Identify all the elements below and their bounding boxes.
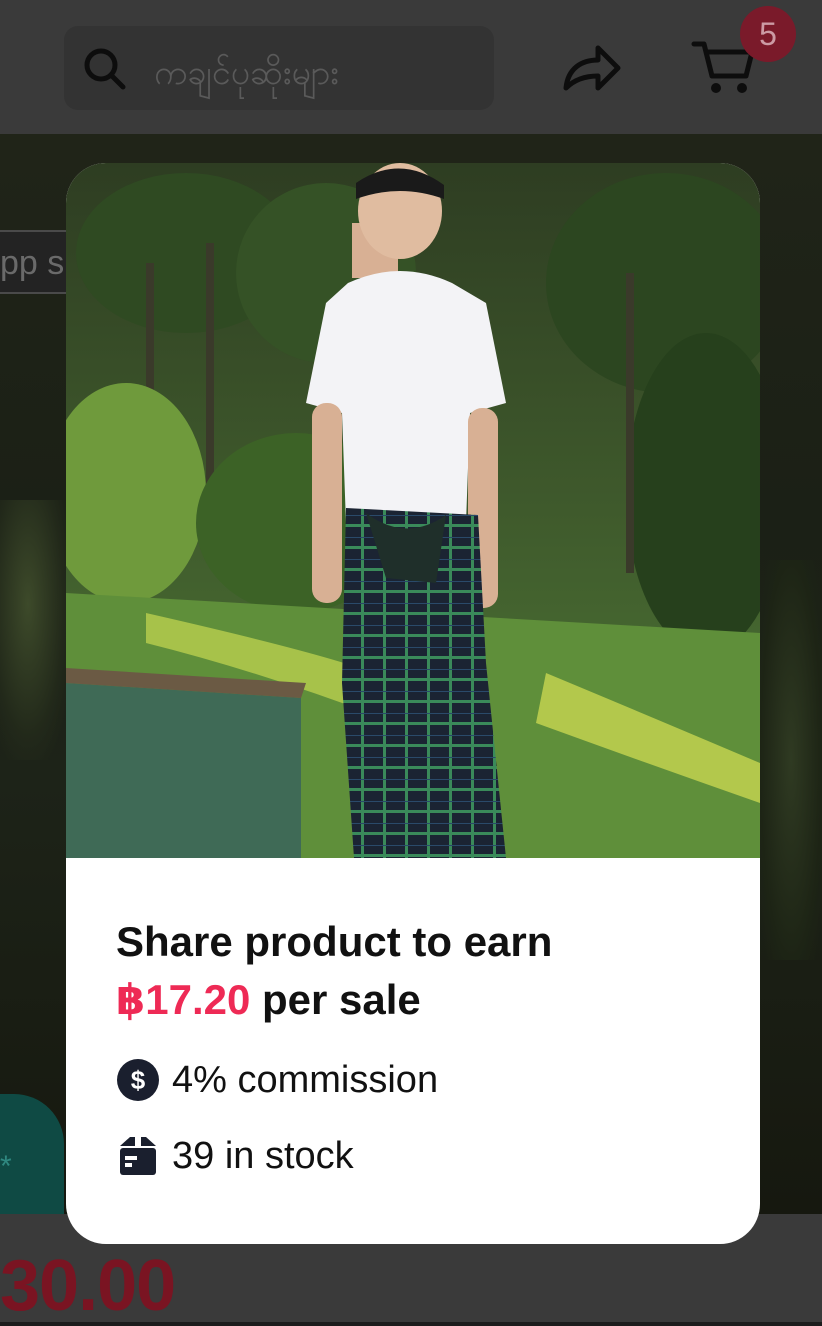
modal-content: Share product to earn ฿17.20 per sale $ … xyxy=(116,913,716,1181)
dollar-circle-icon: $ xyxy=(117,1059,159,1101)
commission-text: 4% commission xyxy=(172,1058,439,1101)
commission-row: $ 4% commission xyxy=(116,1055,716,1105)
top-bar: ကချင်ပုဆိုးများ 5 xyxy=(0,0,822,134)
background-tab-label: pp s xyxy=(0,244,65,282)
search-placeholder: ကချင်ပုဆိုးများ xyxy=(154,53,339,93)
modal-headline: Share product to earn ฿17.20 per sale xyxy=(116,913,716,1029)
search-icon xyxy=(84,48,126,90)
background-image-fragment xyxy=(760,560,822,960)
stock-text: 39 in stock xyxy=(172,1134,354,1177)
background-chat-label: * xyxy=(0,1150,12,1183)
headline-suffix: per sale xyxy=(262,976,421,1023)
background-image-fragment xyxy=(0,500,70,760)
stock-row: 39 in stock xyxy=(116,1131,716,1181)
share-arrow-icon[interactable] xyxy=(560,38,624,98)
svg-text:$: $ xyxy=(131,1065,146,1095)
share-earn-modal: Share product to earn ฿17.20 per sale $ … xyxy=(66,163,760,1244)
box-icon xyxy=(120,1137,156,1175)
product-image xyxy=(66,163,760,858)
search-input[interactable]: ကချင်ပုဆိုးများ xyxy=(64,26,494,110)
earn-amount: ฿17.20 xyxy=(116,976,251,1023)
background-price: 30.00 xyxy=(0,1246,176,1326)
cart-count-badge: 5 xyxy=(740,6,796,62)
headline-prefix: Share product to earn xyxy=(116,918,553,965)
